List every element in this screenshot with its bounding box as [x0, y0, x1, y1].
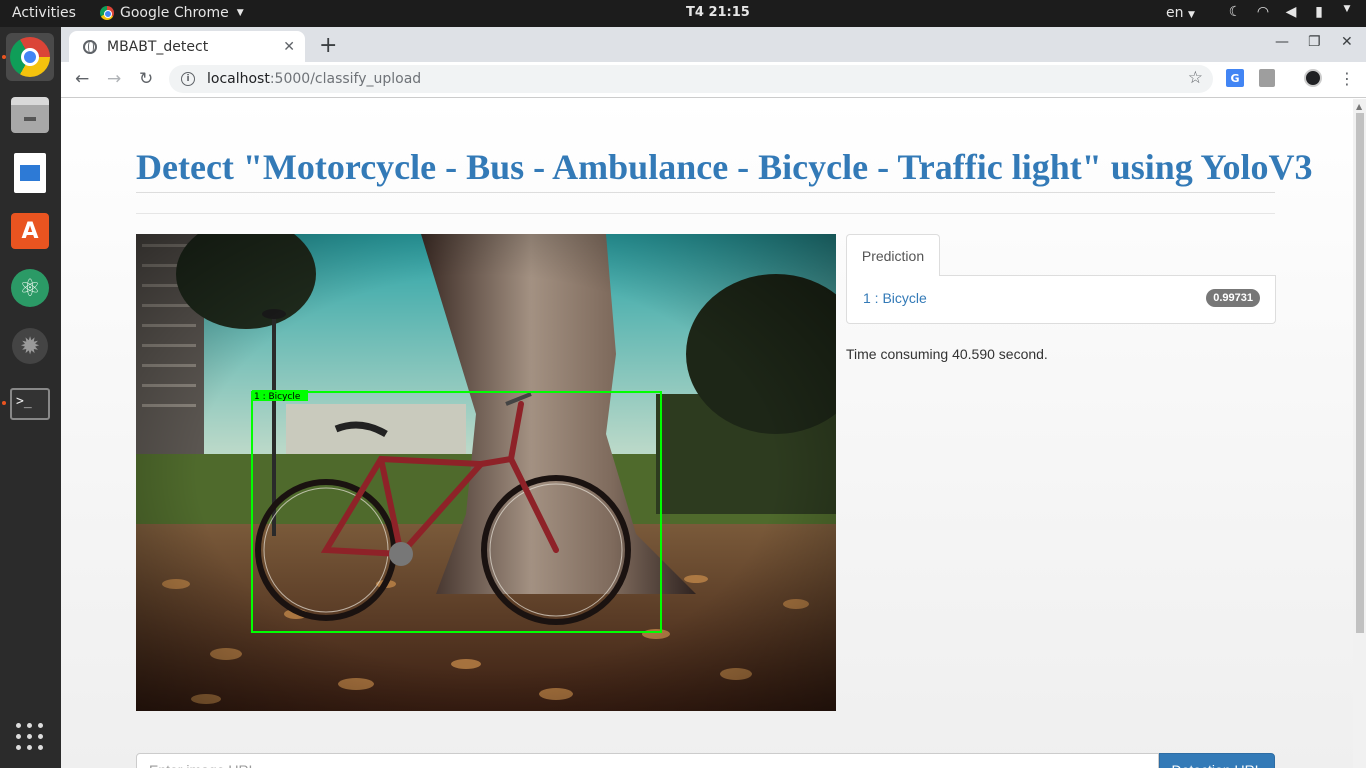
close-window-button[interactable]: ✕	[1341, 34, 1353, 50]
page-content: Detect "Motorcycle - Bus - Ambulance - B…	[61, 99, 1353, 768]
battery-icon: ▮	[1315, 4, 1323, 20]
dock-files[interactable]	[6, 91, 54, 139]
bicycle-photo: 1 : Bicycle	[136, 234, 836, 711]
app-menu-label: Google Chrome	[120, 5, 229, 21]
time-consuming-text: Time consuming 40.590 second.	[846, 346, 1048, 362]
night-light-icon: ☾	[1228, 4, 1242, 20]
atom-icon: ⚛	[11, 269, 49, 307]
chevron-down-icon: ▼	[1187, 10, 1195, 20]
chevron-down-icon: ▼	[1343, 4, 1351, 14]
chrome-menu-icon[interactable]: ⋮	[1339, 69, 1355, 88]
translate-extension-icon[interactable]: G	[1226, 69, 1244, 87]
forward-button[interactable]: →	[107, 69, 121, 89]
prediction-panel: Prediction 1 : Bicycle 0.99731	[846, 234, 1276, 324]
page-title: Detect "Motorcycle - Bus - Ambulance - B…	[136, 145, 1312, 193]
new-tab-button[interactable]: +	[319, 33, 337, 58]
url-form: Detection URL	[136, 753, 1275, 768]
wifi-icon: ◠	[1256, 4, 1270, 20]
language-indicator[interactable]: en ▼	[1166, 5, 1195, 21]
language-label: en	[1166, 5, 1184, 21]
dock: A ⚛ ✹ >_	[0, 27, 61, 768]
dock-software[interactable]: A	[6, 207, 54, 255]
globe-icon	[83, 39, 97, 54]
detection-label: 1 : Bicycle	[254, 392, 301, 402]
restore-button[interactable]: ❐	[1308, 34, 1321, 50]
back-button[interactable]: ←	[75, 69, 89, 89]
divider	[136, 213, 1275, 214]
show-applications-button[interactable]	[6, 713, 54, 761]
tab-title: MBABT_detect	[107, 38, 209, 55]
gnome-top-bar: Activities Google Chrome ▼ T4 21:15 en ▼…	[0, 0, 1366, 27]
volume-icon: ◀	[1285, 4, 1297, 20]
url-path: :5000/classify_upload	[269, 71, 422, 87]
dock-chrome[interactable]	[6, 33, 54, 81]
dock-terminal[interactable]: >_	[6, 380, 54, 428]
app-grid-icon	[16, 723, 44, 751]
prediction-list: 1 : Bicycle 0.99731	[846, 276, 1276, 324]
scroll-up-icon[interactable]: ▲	[1356, 102, 1362, 111]
extension-icon[interactable]	[1259, 69, 1275, 87]
browser-window: MBABT_detect ✕ + — ❐ ✕ ← → ↻ i localhost…	[61, 27, 1366, 768]
writer-icon	[14, 153, 46, 193]
chrome-icon	[100, 6, 114, 20]
dock-bug-app[interactable]: ✹	[6, 322, 54, 370]
chrome-icon	[10, 37, 50, 77]
tab-strip: MBABT_detect ✕ + — ❐ ✕	[61, 27, 1366, 62]
bug-icon: ✹	[12, 328, 48, 364]
tabs-header: Prediction	[846, 234, 1276, 277]
system-menu[interactable]: ☾ ◠ ◀ ▮ ▼	[1226, 4, 1356, 20]
app-menu[interactable]: Google Chrome ▼	[100, 5, 244, 21]
site-info-icon[interactable]: i	[181, 72, 195, 86]
page-scrollbar[interactable]: ▲	[1353, 99, 1366, 768]
clock[interactable]: T4 21:15	[686, 5, 750, 20]
activities-button[interactable]: Activities	[12, 5, 76, 21]
score-badge: 0.99731	[1206, 289, 1260, 307]
files-icon	[11, 97, 49, 133]
reload-button[interactable]: ↻	[139, 69, 153, 89]
dock-writer[interactable]	[6, 149, 54, 197]
terminal-icon: >_	[10, 388, 50, 420]
close-tab-icon[interactable]: ✕	[283, 39, 295, 55]
scrollbar-thumb[interactable]	[1356, 113, 1364, 633]
browser-tab[interactable]: MBABT_detect ✕	[69, 31, 305, 62]
browser-toolbar: ← → ↻ i localhost:5000/classify_upload ☆…	[61, 62, 1366, 98]
url-host: localhost	[207, 71, 270, 87]
detection-url-button[interactable]: Detection URL	[1159, 753, 1275, 768]
tab-prediction[interactable]: Prediction	[846, 234, 940, 277]
dock-atom[interactable]: ⚛	[6, 264, 54, 312]
chevron-down-icon: ▼	[236, 8, 244, 18]
image-url-input[interactable]	[136, 753, 1159, 768]
profile-avatar[interactable]	[1304, 69, 1322, 87]
minimize-button[interactable]: —	[1275, 34, 1289, 50]
prediction-label[interactable]: 1 : Bicycle	[863, 290, 927, 306]
detection-result-image: 1 : Bicycle	[136, 234, 836, 711]
address-bar[interactable]: i localhost:5000/classify_upload ☆	[169, 65, 1213, 93]
bookmark-star-icon[interactable]: ☆	[1188, 68, 1203, 88]
software-store-icon: A	[11, 213, 49, 249]
